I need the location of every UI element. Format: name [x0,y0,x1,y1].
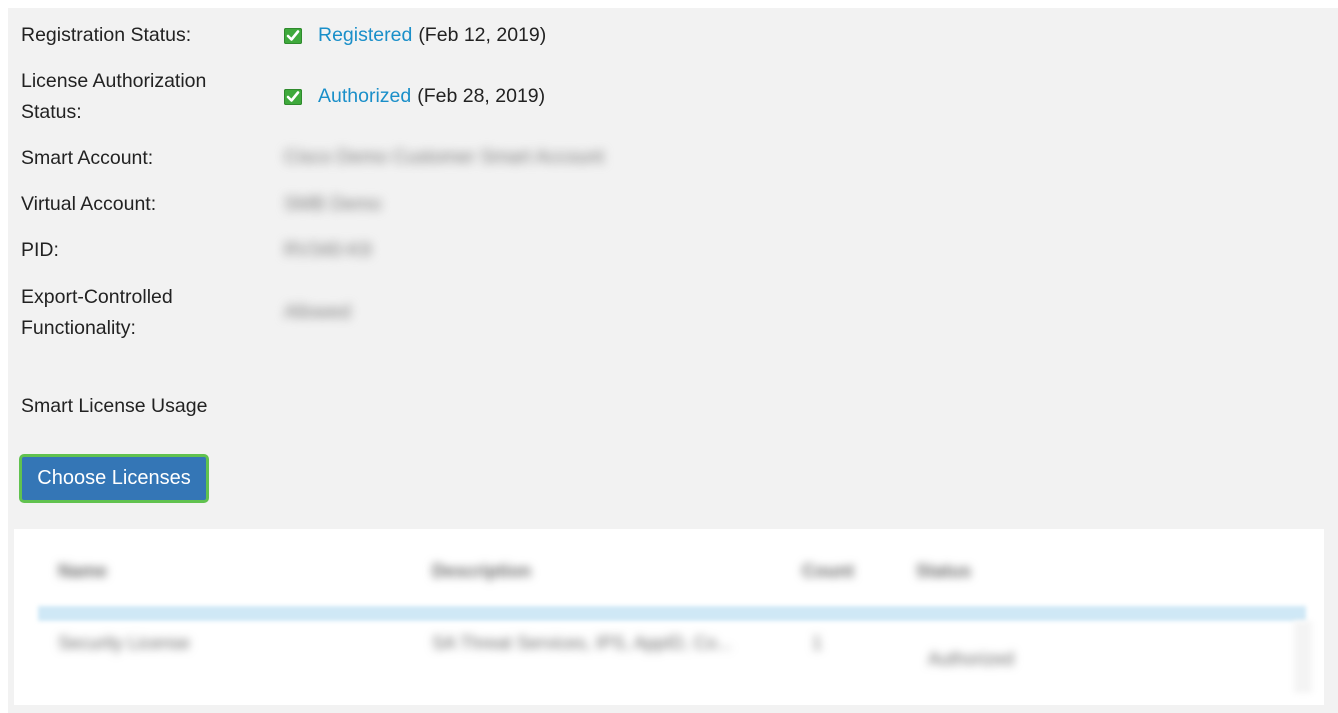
smart-account-value: Cisco Demo Customer Smart Account [284,147,604,169]
smart-account-redacted: Cisco Demo Customer Smart Account [284,147,604,168]
row-description: SA Threat Services, IPS, AppID, Co... [432,633,732,653]
column-header-description[interactable]: Description [432,561,531,582]
pid-redacted: RV340-K9 [284,240,372,261]
authorization-status-label-line2: Status: [21,101,82,123]
column-header-count[interactable]: Count [802,561,854,582]
export-controlled-label-line1: Export-Controlled [21,286,173,308]
authorized-link[interactable]: Authorized [318,85,411,108]
authorization-status-label-line1: License Authorization [21,70,207,92]
column-header-name[interactable]: Name [58,561,107,582]
check-icon [284,27,302,44]
export-controlled-value: Allowed [284,302,351,324]
check-icon [284,88,302,105]
registration-date: (Feb 12, 2019) [418,24,547,46]
table-scrollbar[interactable] [1294,621,1312,693]
column-header-status[interactable]: Status [916,561,971,582]
authorization-status-label: License Authorization Status: [21,66,206,128]
authorization-status-value: Authorized (Feb 28, 2019) [284,81,545,112]
authorization-date: (Feb 28, 2019) [417,85,546,107]
smart-license-usage-heading: Smart License Usage [21,395,208,417]
license-table: Name Description Count Status Security L… [14,529,1324,705]
selected-row-highlight [38,606,1306,621]
pid-label: PID: [21,239,59,261]
virtual-account-label: Virtual Account: [21,193,157,215]
smart-account-label: Smart Account: [21,147,154,169]
row-count: 1 [812,633,823,653]
export-controlled-label-line2: Functionality: [21,317,136,339]
virtual-account-value: SMB Demo [284,194,381,216]
virtual-account-redacted: SMB Demo [284,194,382,215]
choose-licenses-button[interactable]: Choose Licenses [19,454,209,503]
registration-status-label: Registration Status: [21,24,192,46]
pid-value: RV340-K9 [284,240,371,262]
row-status: Authorized [928,649,1015,669]
row-name: Security License [58,633,191,653]
registration-status-value: Registered (Feb 12, 2019) [284,20,546,51]
export-controlled-label: Export-Controlled Functionality: [21,282,173,344]
export-controlled-redacted: Allowed [284,302,351,323]
registered-link[interactable]: Registered [318,24,412,47]
